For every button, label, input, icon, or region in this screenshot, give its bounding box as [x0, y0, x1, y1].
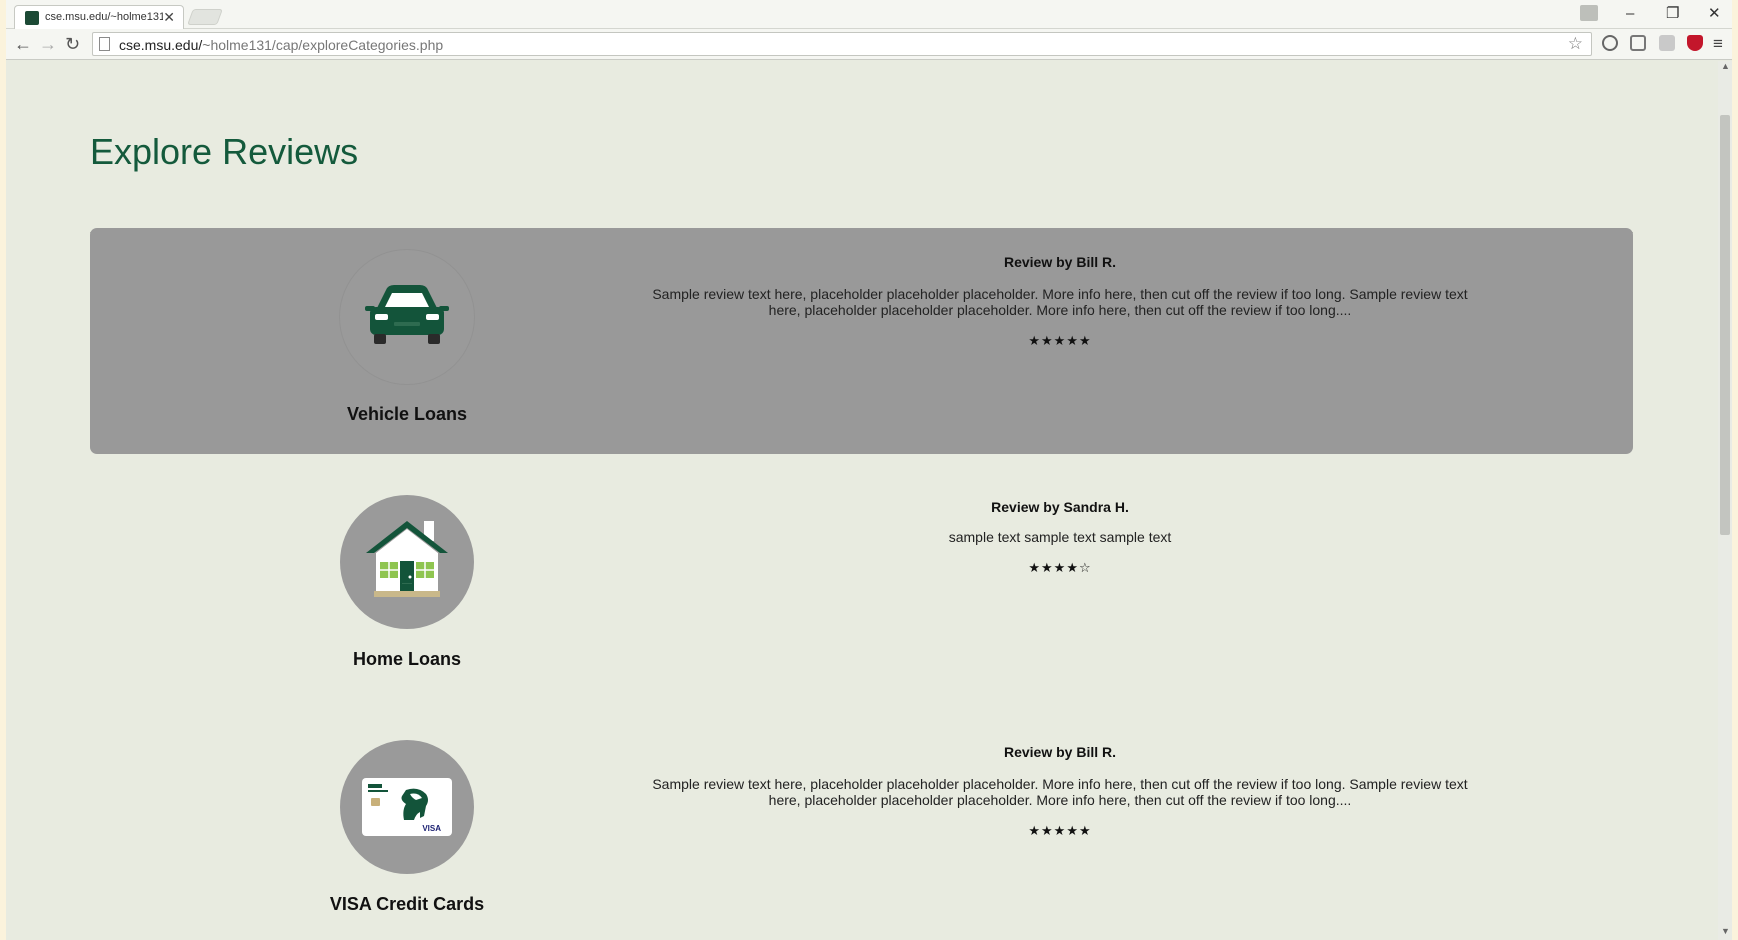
profile-icon[interactable]: [1580, 5, 1598, 21]
category-label[interactable]: Home Loans: [307, 649, 507, 670]
category-tile[interactable]: VISA VISA Credit Cards: [307, 740, 507, 915]
review-author: Review by Bill R.: [1003, 744, 1117, 760]
browser-tab[interactable]: cse.msu.edu/~holme131/ ✕: [14, 5, 184, 29]
cast-icon[interactable]: [1630, 35, 1646, 51]
url-host: cse.msu.edu/: [119, 37, 203, 53]
review-author: Review by Bill R.: [1003, 254, 1117, 270]
visa-logo: VISA: [422, 824, 441, 833]
address-bar[interactable]: cse.msu.edu/~holme131/cap/exploreCategor…: [92, 32, 1592, 56]
review-summary: Review by Bill R. Sample review text her…: [650, 744, 1470, 839]
page-content: Explore Reviews Vehicle Loans Review by …: [6, 61, 1718, 940]
url-path: ~holme131/cap/exploreCategories.php: [202, 37, 444, 53]
car-icon[interactable]: [340, 250, 474, 384]
extension-icon[interactable]: [1659, 35, 1675, 51]
url-text[interactable]: cse.msu.edu/~holme131/cap/exploreCategor…: [119, 37, 443, 53]
vertical-scrollbar[interactable]: ▲ ▼: [1718, 61, 1732, 940]
credit-card-icon[interactable]: VISA: [340, 740, 474, 874]
spartan-favicon-icon: [25, 11, 39, 25]
review-author: Review by Sandra H.: [991, 499, 1129, 515]
page-icon: [99, 37, 110, 51]
category-card-vehicle-loans[interactable]: Vehicle Loans Review by Bill R. Sample r…: [90, 228, 1633, 454]
scrollbar-thumb[interactable]: [1720, 115, 1730, 535]
category-label[interactable]: Vehicle Loans: [307, 404, 507, 425]
browser-window: cse.msu.edu/~holme131/ ✕ – ❐ ✕ ← → ↻ cse…: [6, 0, 1732, 940]
category-card-visa-credit-cards[interactable]: VISA VISA Credit Cards Review by Bill R.…: [90, 718, 1633, 940]
reload-button[interactable]: ↻: [65, 33, 80, 55]
star-rating: ★★★★★: [1028, 333, 1092, 348]
chrome-menu-icon[interactable]: ≡: [1713, 34, 1723, 54]
new-tab-button[interactable]: [187, 9, 223, 25]
category-tile[interactable]: Home Loans: [307, 495, 507, 670]
minimize-button[interactable]: –: [1626, 5, 1634, 23]
restore-button[interactable]: ❐: [1666, 5, 1679, 23]
tab-title: cse.msu.edu/~holme131/: [45, 11, 163, 23]
tab-close-icon[interactable]: ✕: [163, 9, 175, 25]
review-text: Sample review text here, placeholder pla…: [652, 776, 1468, 808]
review-summary: Review by Sandra H. sample text sample t…: [650, 499, 1470, 576]
category-card-home-loans[interactable]: Home Loans Review by Sandra H. sample te…: [90, 473, 1633, 699]
forward-button[interactable]: →: [39, 33, 57, 55]
page-title: Explore Reviews: [90, 131, 359, 172]
ublock-shield-icon[interactable]: [1687, 35, 1703, 51]
extension-recycle-icon[interactable]: [1602, 35, 1618, 51]
title-bar: cse.msu.edu/~holme131/ ✕ – ❐ ✕: [6, 0, 1732, 29]
review-summary: Review by Bill R. Sample review text her…: [650, 254, 1470, 349]
category-label[interactable]: VISA Credit Cards: [307, 894, 507, 915]
close-window-button[interactable]: ✕: [1708, 5, 1721, 23]
category-tile[interactable]: Vehicle Loans: [307, 250, 507, 425]
bookmark-star-icon[interactable]: ☆: [1568, 34, 1583, 54]
back-button[interactable]: ←: [14, 33, 32, 55]
review-text: sample text sample text sample text: [948, 529, 1172, 545]
house-icon[interactable]: [340, 495, 474, 629]
star-rating: ★★★★☆: [1028, 560, 1092, 575]
browser-toolbar: ← → ↻ cse.msu.edu/~holme131/cap/exploreC…: [6, 29, 1732, 60]
scroll-up-arrow-icon[interactable]: ▲: [1721, 61, 1730, 71]
scroll-down-arrow-icon[interactable]: ▼: [1721, 926, 1730, 936]
review-text: Sample review text here, placeholder pla…: [652, 286, 1468, 318]
star-rating: ★★★★★: [1028, 823, 1092, 838]
